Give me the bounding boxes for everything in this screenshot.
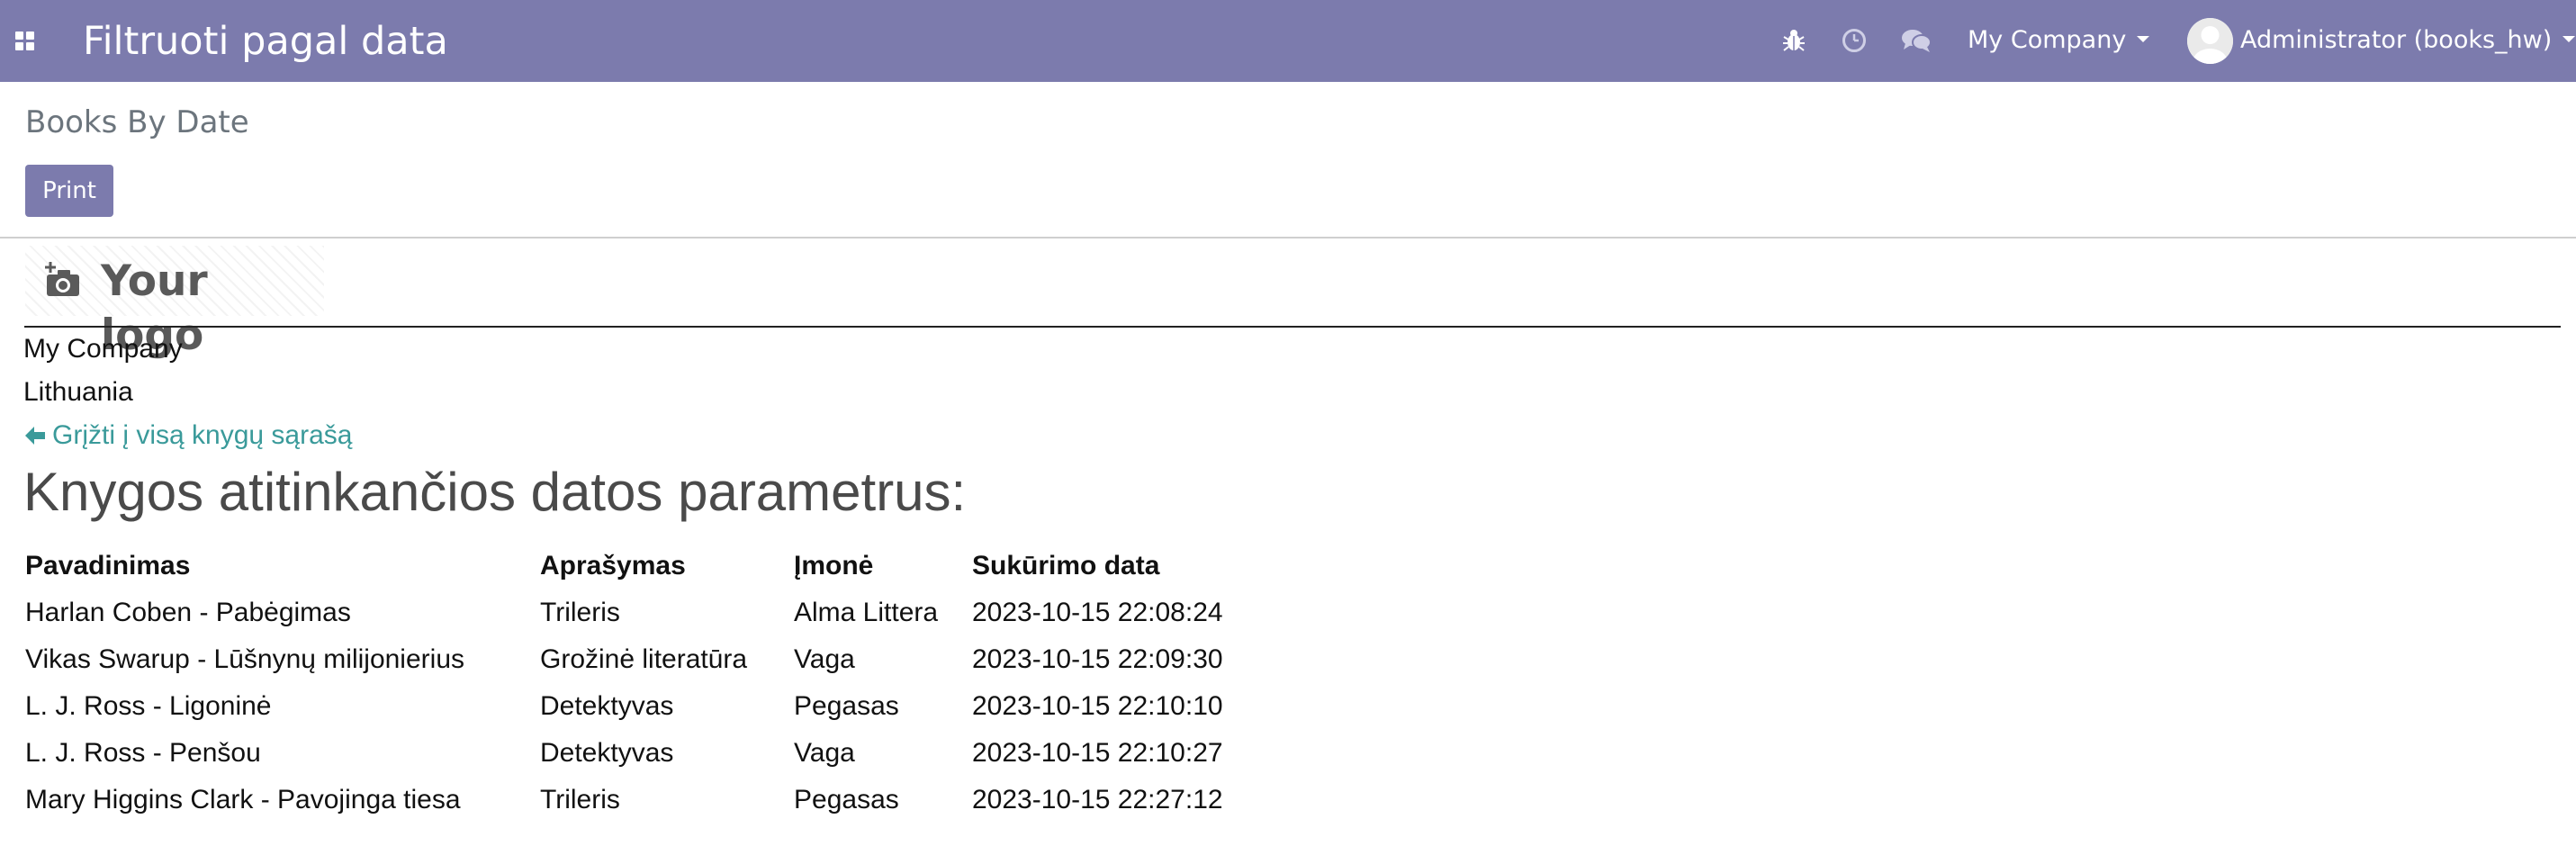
messages-chat-icon[interactable] [1901,24,1932,57]
book-title-cell: Harlan Coben - Pabėgimas [25,598,351,627]
book-title-cell: L. J. Ross - Ligoninė [25,691,272,721]
table-row: L. J. Ross - Ligoninė Detektyvas Pegasas… [23,683,1267,730]
apps-menu-icon[interactable] [15,32,35,51]
user-avatar[interactable] [2187,18,2233,64]
book-description-cell: Trileris [540,598,620,627]
company-logo-placeholder[interactable]: Your logo [25,246,324,360]
company-name: My Company [23,334,183,364]
app-title: Filtruoti pagal data [83,19,448,64]
book-company-cell: Vaga [794,644,855,674]
table-row: Vikas Swarup - Lūšnynų milijonierius Gro… [23,636,1267,683]
table-header-row: Pavadinimas Aprašymas Įmonė Sukūrimo dat… [23,543,1267,590]
table-row: Harlan Coben - Pabėgimas Trileris Alma L… [23,590,1267,636]
chevron-down-icon [2562,36,2576,42]
back-to-list-link[interactable]: Grįžti į visą knygų sąrašą [23,418,352,454]
books-table: Pavadinimas Aprašymas Įmonė Sukūrimo dat… [23,543,1267,824]
header-divider [24,326,2561,328]
chevron-down-icon [2137,36,2150,42]
book-title-cell: Mary Higgins Clark - Pavojinga tiesa [25,785,461,814]
add-photo-camera-icon [43,262,83,302]
column-header-created-date: Sukūrimo data [972,551,1160,580]
book-description-cell: Grožinė literatūra [540,644,748,674]
book-description-cell: Detektyvas [540,738,674,768]
book-company-cell: Pegasas [794,691,899,721]
book-company-cell: Vaga [794,738,855,768]
table-row: Mary Higgins Clark - Pavojinga tiesa Tri… [23,777,1267,824]
company-switcher-label: My Company [1968,26,2127,54]
book-created-date-cell: 2023-10-15 22:09:30 [972,644,1223,674]
debug-bug-icon[interactable] [1782,24,1806,57]
column-header-company: Įmonė [794,551,874,580]
book-created-date-cell: 2023-10-15 22:10:10 [972,691,1223,721]
book-created-date-cell: 2023-10-15 22:27:12 [972,785,1223,814]
company-switcher[interactable]: My Company [1968,23,2150,58]
top-navbar: Filtruoti pagal data My Company Administ… [0,0,2576,82]
report-body: Your logo My Company Lithuania Grįžti į … [0,238,2576,864]
user-menu[interactable]: Administrator (books_hw) [2240,23,2576,58]
book-description-cell: Trileris [540,785,620,814]
column-header-description: Aprašymas [540,551,686,580]
book-created-date-cell: 2023-10-15 22:08:24 [972,598,1223,627]
book-company-cell: Alma Littera [794,598,939,627]
activity-clock-icon[interactable] [1842,24,1867,57]
book-company-cell: Pegasas [794,785,899,814]
book-title-cell: L. J. Ross - Penšou [25,738,261,768]
breadcrumb-title: Books By Date [25,104,249,140]
book-created-date-cell: 2023-10-15 22:10:27 [972,738,1223,768]
column-header-title: Pavadinimas [25,551,191,580]
control-panel: Books By Date Print [0,82,2576,238]
company-country: Lithuania [23,377,133,407]
report-heading: Knygos atitinkančios datos parametrus: [23,462,967,522]
book-title-cell: Vikas Swarup - Lūšnynų milijonierius [25,644,464,674]
back-link-label: Grįžti į visą knygų sąrašą [52,420,353,450]
book-description-cell: Detektyvas [540,691,674,721]
user-menu-label: Administrator (books_hw) [2240,26,2553,54]
table-row: L. J. Ross - Penšou Detektyvas Vaga 2023… [23,730,1267,777]
arrow-left-icon [23,424,47,447]
print-button[interactable]: Print [25,165,113,217]
